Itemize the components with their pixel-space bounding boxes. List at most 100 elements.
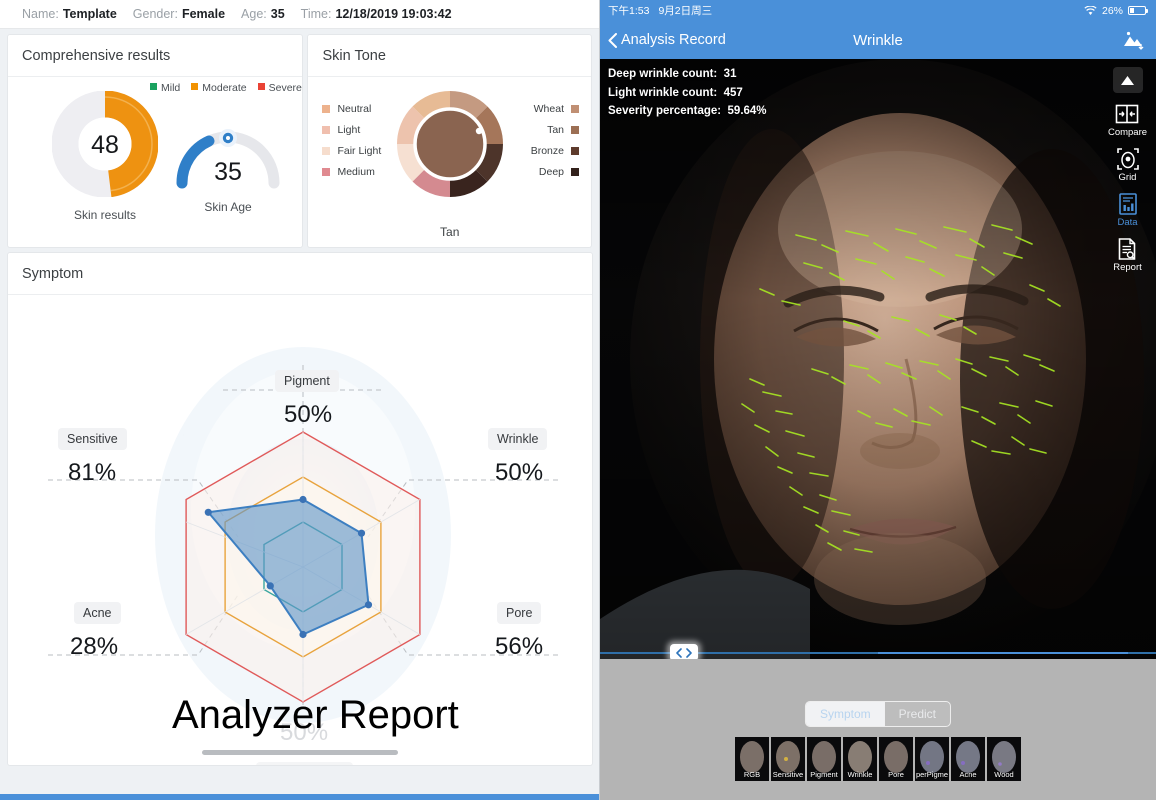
tone-legend-item: Bronze [531,145,579,157]
grid-icon [1116,148,1139,170]
skin-tone-body: Neutral Light Fair Light Medium Wheat Ta… [308,77,591,245]
skin-tone-selected-label: Tan [440,225,460,239]
patient-age: Age: 35 [241,7,285,21]
thumb-label: Wood [994,770,1014,779]
wrinkle-stats-overlay: Deep wrinkle count: 31 Light wrinkle cou… [608,65,767,121]
status-left: 下午1:53 9月2日周三 [608,3,712,18]
radar-chart: Pigment 50% Wrinkle 50% Pore 56% HyperPi… [8,295,592,765]
triangle-up-icon [1121,75,1134,85]
tone-legend-item: Neutral [322,103,371,115]
symptom-title: Symptom [8,253,592,295]
thumb-rgb[interactable]: RGB [735,737,769,781]
tone-legend-item: Tan [547,124,579,136]
thumb-wood[interactable]: Wood [987,737,1021,781]
gauge-caption: Skin Age [204,200,252,214]
patient-gender: Gender: Female [133,7,225,21]
status-time: 下午1:53 [608,5,650,17]
thumb-label: Wrinkle [847,770,873,779]
tool-report[interactable]: Report [1113,237,1142,273]
skin-age-gauge: 35 Skin Age [168,117,288,214]
axis-label-sensitive[interactable]: Sensitive [58,428,127,450]
tone-legend-left: Neutral Light Fair Light Medium [322,103,381,178]
thumb-acne[interactable]: Acne [951,737,985,781]
thumb-sensitive[interactable]: Sensitive [771,737,805,781]
tool-label: Data [1117,217,1138,228]
donut-caption: Skin results [73,208,137,222]
image-slider[interactable] [600,644,1156,659]
thumb-pigment[interactable]: Pigment [807,737,841,781]
app-root: Name: Template Gender: Female Age: 35 Ti… [0,0,1156,800]
battery-text: 26% [1101,4,1123,17]
skin-tone-card: Skin Tone Neutral Light Fair Light Mediu… [308,35,591,247]
skin-tone-title: Skin Tone [308,35,591,77]
back-label: Analysis Record [621,32,726,48]
thumb-label: Sensitive [772,770,804,779]
gender-value: Female [181,7,226,21]
left-right-chevrons-icon [676,647,692,658]
axis-label-pigment[interactable]: Pigment [275,370,339,392]
tone-legend-item: Medium [322,166,375,178]
tone-legend-item: Wheat [534,103,579,115]
time-value: 12/18/2019 19:03:42 [335,7,452,21]
wifi-icon [1084,5,1097,15]
axis-label-acne[interactable]: Acne [74,602,121,624]
skin-tone-wheel [395,89,505,204]
tool-compare[interactable]: Compare [1108,102,1147,138]
device-panel: 下午1:53 9月2日周三 26% Analysis Record Wrinkl… [600,0,1156,800]
left-bottom-strip [0,794,599,800]
mode-toggle: Symptom Predict [804,701,952,727]
chevron-left-icon [608,32,617,48]
name-label: Name: [22,7,59,21]
symptom-card: Symptom Pigment 50% Wrinkle 50% Pore 56%… [8,253,592,765]
stat-line: Severity percentage: 59.64% [608,105,767,117]
tool-grid[interactable]: Grid [1116,147,1140,183]
tone-legend-right: Wheat Tan Bronze Deep [531,103,579,178]
tool-label: Grid [1118,172,1137,183]
data-chart-icon [1118,193,1137,215]
report-icon [1119,238,1136,260]
gauge-svg: 35 [176,129,280,189]
toggle-predict[interactable]: Predict [885,702,950,726]
age-label: Age: [241,7,267,21]
tool-label: Report [1113,262,1142,273]
slider-handle[interactable] [670,644,698,659]
thumb-label: Acne [959,770,977,779]
toggle-symptom[interactable]: Symptom [805,702,885,726]
comprehensive-title: Comprehensive results [8,35,303,77]
thumb-pore[interactable]: Pore [879,737,913,781]
summary-cards-row: Comprehensive results Mild Moderate Seve… [0,29,599,247]
image-export-icon[interactable] [1122,30,1144,50]
thumb-label: Pore [888,770,904,779]
back-button[interactable]: Analysis Record [608,32,726,48]
status-date: 9月2日周三 [658,5,713,17]
axis-value-pigment: 50% [284,401,333,428]
stat-line: Light wrinkle count: 457 [608,86,743,99]
severity-legend: Mild Moderate Severe [150,82,302,94]
axis-label-hyperpigment[interactable]: HyperPigment [256,762,354,765]
tool-data[interactable]: Data [1116,192,1140,228]
battery-icon [1128,6,1148,15]
comprehensive-body: Mild Moderate Severe 48 Skin results 35 … [8,77,302,245]
collapse-toolbar-button[interactable] [1112,67,1143,93]
legend-severe: Severe [257,82,302,94]
page-scroll-indicator[interactable] [202,750,398,755]
thumb-wrinkle[interactable]: Wrinkle [843,737,877,781]
axis-label-pore[interactable]: Pore [497,602,542,624]
donut-value: 48 [91,131,119,159]
thumb-perpigment[interactable]: perPigme [915,737,949,781]
bottom-control-panel: Symptom Predict RGB Sensitive Pigment Wr… [600,659,1156,800]
name-value: Template [62,7,117,21]
axis-label-wrinkle[interactable]: Wrinkle [488,428,548,450]
ios-status-bar: 下午1:53 9月2日周三 26% [600,0,1156,21]
mode-thumbnail-strip: RGB Sensitive Pigment Wrinkle Pore perPi… [735,737,1021,781]
thumb-label: Pigment [810,770,838,779]
axis-value-acne: 28% [70,633,119,660]
analysis-photo-area[interactable]: Deep wrinkle count: 31 Light wrinkle cou… [600,59,1156,659]
gender-label: Gender: [132,7,178,21]
age-value: 35 [270,7,285,21]
face-image [600,59,1156,659]
stat-line: Deep wrinkle count: 31 [608,68,737,80]
patient-name: Name: Template [22,7,117,21]
analyzer-report-panel: Name: Template Gender: Female Age: 35 Ti… [0,0,600,800]
side-toolbar: Compare Grid Data Report [1099,67,1156,273]
